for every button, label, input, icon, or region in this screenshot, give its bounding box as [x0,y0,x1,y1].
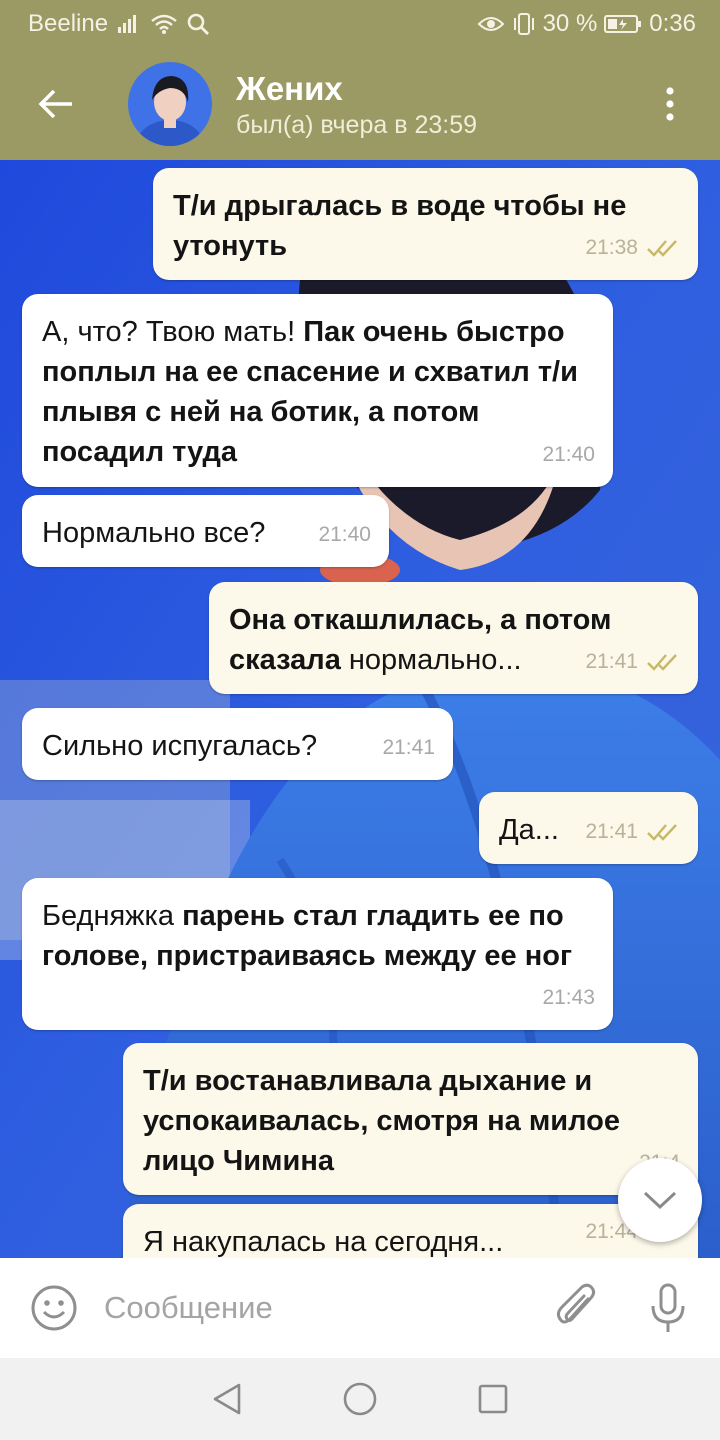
read-check-icon [646,822,680,842]
message-text: Я накупалась на сегодня... [143,1226,504,1258]
more-options-button[interactable] [650,68,690,140]
message-text: Нормально все? [42,517,266,549]
message-bubble-incoming[interactable]: А, что? Твою мать! Пак очень быстро попл… [22,294,613,487]
home-circle-icon [343,1382,377,1416]
message-bubble-outgoing[interactable]: Она откашлилась, а потом сказала нормаль… [209,582,698,694]
message-time: 21:38 [585,236,638,259]
search-icon [186,12,210,36]
read-check-icon [646,652,680,672]
scroll-to-bottom-button[interactable] [618,1158,702,1242]
clock: 0:36 [649,10,696,37]
read-check-icon [646,238,680,258]
nav-back-button[interactable] [197,1369,257,1429]
message-bubble-incoming[interactable]: Сильно испугалась? 21:41 [22,708,453,780]
carrier-label: Beeline [28,10,109,37]
message-meta: 21:43 [542,978,595,1018]
message-meta: 21:38 [585,228,680,268]
back-button[interactable] [20,68,92,140]
message-bubble-incoming[interactable]: Нормально все? 21:40 [22,495,389,567]
back-triangle-icon [213,1383,240,1415]
message-meta: 21:40 [318,515,371,555]
message-time: 21:43 [542,986,595,1009]
message-time: 21:40 [318,523,371,546]
last-seen-status: был(а) вчера в 23:59 [236,110,478,139]
chat-header: Жених был(а) вчера в 23:59 [0,48,720,160]
paperclip-icon [556,1283,596,1324]
contact-name: Жених [236,69,343,107]
more-vertical-icon [666,87,674,121]
nav-recents-button[interactable] [463,1369,523,1429]
message-text: Сильно испугалась? [42,730,318,762]
message-bubble-outgoing[interactable]: Да... 21:41 [479,792,698,864]
system-navigation-bar [0,1358,720,1440]
message-composer [0,1258,720,1358]
battery-icon [603,13,643,35]
chat-title-block[interactable]: Жених был(а) вчера в 23:59 [236,69,477,140]
message-bubble-outgoing[interactable]: Т/и дрыгалась в воде чтобы не утонуть 21… [153,168,698,280]
message-time: 21:41 [585,820,638,843]
message-meta: 21:40 [542,435,595,475]
message-input[interactable] [104,1278,524,1338]
message-text: Т/и востанавливала дыхание и успокаивала… [143,1065,620,1177]
signal-icon [116,13,142,35]
chevron-down-icon [643,1191,677,1210]
nav-home-button[interactable] [330,1369,390,1429]
attach-button[interactable] [550,1278,602,1338]
eye-icon [477,14,505,34]
message-text: Бедняжка [42,900,183,932]
chat-area[interactable]: Т/и дрыгалась в воде чтобы не утонуть 21… [0,160,720,1258]
status-bar: Beeline 30 % 0:36 [0,0,720,48]
microphone-button[interactable] [642,1278,694,1338]
message-bubble-incoming[interactable]: Бедняжка парень стал гладить ее по голов… [22,878,613,1030]
message-meta: 21:41 [585,812,680,852]
back-arrow-icon [38,89,72,119]
vibrate-icon [511,12,537,36]
avatar[interactable] [128,62,212,146]
message-bubble-outgoing[interactable]: Я накупалась на сегодня... 21:44 [123,1204,698,1258]
message-time: 21:40 [542,443,595,466]
message-text: нормально... [348,644,522,676]
emoji-icon [31,1285,77,1331]
message-meta: 21:41 [382,728,435,768]
microphone-icon [651,1283,685,1332]
emoji-button[interactable] [28,1282,80,1334]
message-text: Да... [499,814,559,846]
battery-percent: 30 % [542,10,598,37]
message-text: Т/и дрыгалась в воде чтобы не утонуть [173,190,627,262]
message-meta: 21:41 [585,642,680,682]
wifi-icon [150,13,178,35]
message-time: 21:41 [585,650,638,673]
message-bubble-outgoing[interactable]: Т/и востанавливала дыхание и успокаивала… [123,1043,698,1195]
recents-square-icon [479,1384,508,1414]
message-text: А, что? Твою мать! [42,316,304,348]
message-time: 21:41 [382,736,435,759]
